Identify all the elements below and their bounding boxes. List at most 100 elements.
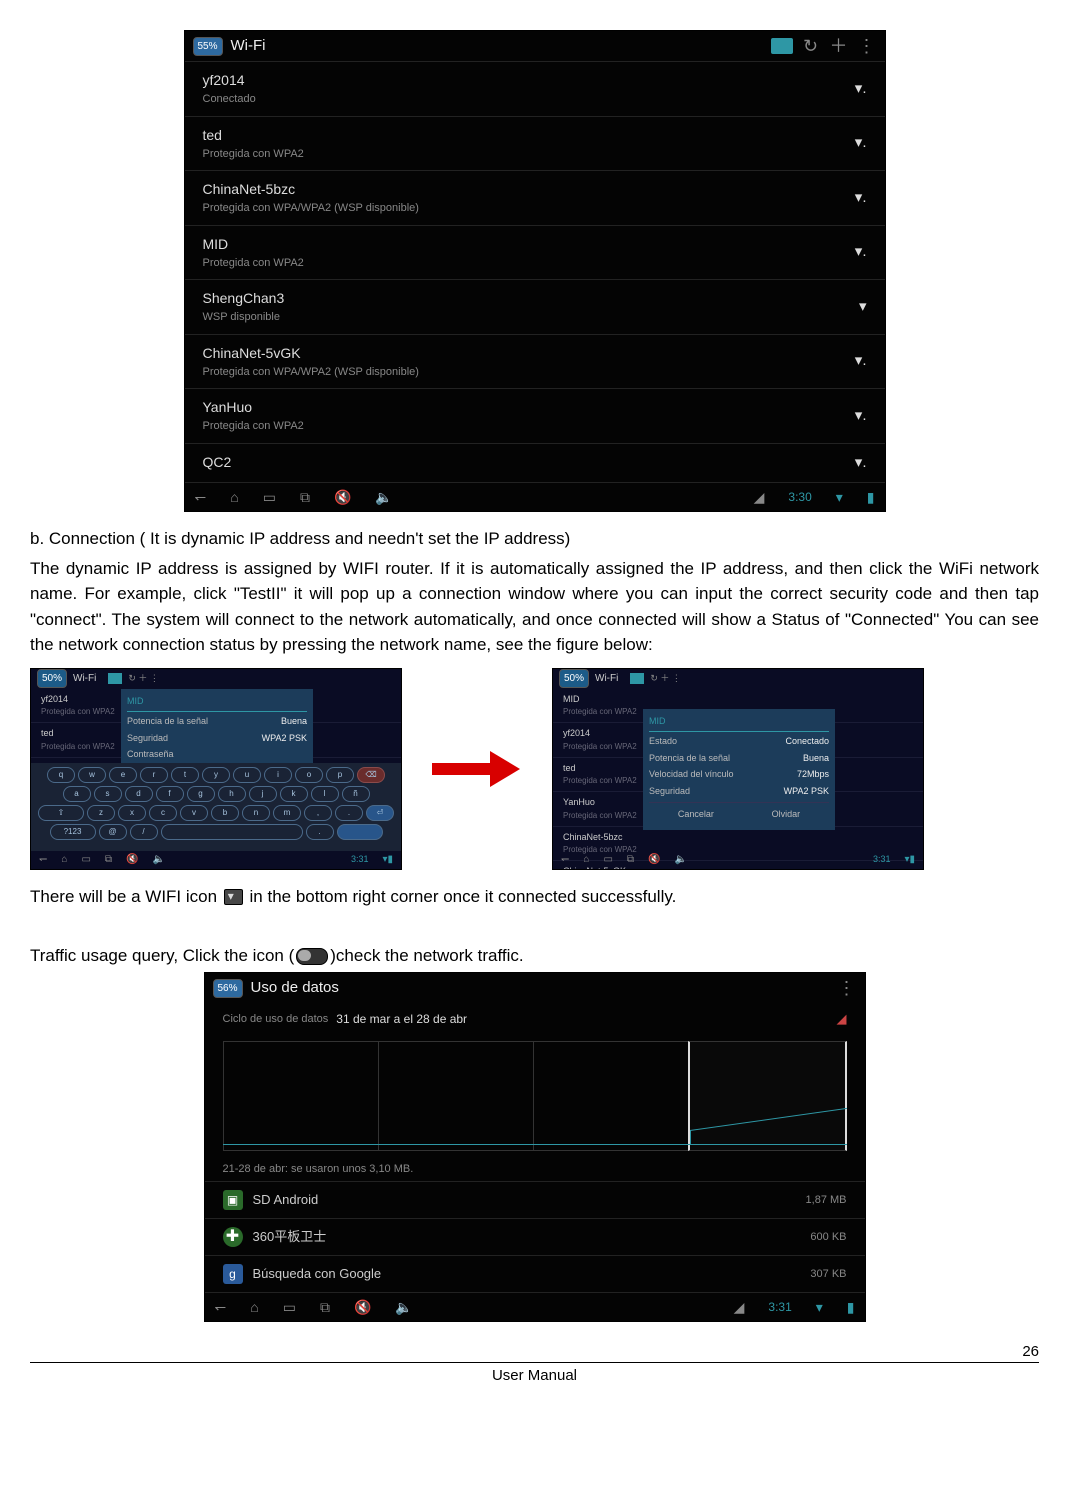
field-value: Buena	[281, 715, 307, 729]
clock: 3:30	[788, 488, 811, 506]
keyboard-key[interactable]: m	[273, 805, 301, 821]
app-usage-item[interactable]: gBúsqueda con Google307 KB	[205, 1255, 865, 1292]
ssid-label: yf2014	[203, 70, 256, 91]
keyboard-key[interactable]: w	[78, 767, 106, 783]
keyboard-key[interactable]: r	[140, 767, 168, 783]
keyboard-key[interactable]: z	[87, 805, 115, 821]
volume-up-icon[interactable]: 🔈	[395, 1297, 412, 1318]
refresh-icon[interactable]: ↻	[801, 33, 821, 60]
wifi-network-item[interactable]: ChinaNet-5bzcProtegida con WPA/WPA2 (WSP…	[185, 170, 885, 225]
keyboard-key[interactable]: x	[118, 805, 146, 821]
dialog-title: MID	[127, 695, 307, 713]
volume-up-icon[interactable]: 🔈	[375, 487, 392, 508]
overflow-menu-icon[interactable]: ⋮	[857, 33, 877, 60]
clock: 3:31	[351, 853, 369, 867]
keyboard-key[interactable]: v	[180, 805, 208, 821]
app-usage-item[interactable]: ✚360平板卫士600 KB	[205, 1218, 865, 1255]
keyboard-key[interactable]: ñ	[342, 786, 370, 802]
keyboard-key[interactable]: l	[311, 786, 339, 802]
clock: 3:31	[873, 853, 891, 867]
status-wifi-icon: ▾	[816, 1297, 823, 1318]
volume-down-icon[interactable]: 🔇	[334, 487, 351, 508]
forget-button[interactable]: Olvidar	[766, 806, 807, 824]
keyboard-key[interactable]: h	[218, 786, 246, 802]
app-icon: ▣	[223, 1190, 243, 1210]
battery-indicator: 55%	[193, 37, 223, 56]
wifi-signal-icon: ▾	[859, 296, 867, 319]
field-value: 72Mbps	[797, 768, 829, 782]
keyboard-key[interactable]: b	[211, 805, 239, 821]
keyboard-key[interactable]: s	[94, 786, 122, 802]
usage-summary: 21-28 de abr: se usaron unos 3,10 MB.	[205, 1157, 865, 1182]
home-icon[interactable]: ⌂	[230, 487, 238, 508]
screen-title: Uso de datos	[251, 977, 339, 1000]
keyboard-key[interactable]: u	[233, 767, 261, 783]
wifi-network-item[interactable]: QC2▾.	[185, 443, 885, 483]
app-amount-label: 1,87 MB	[806, 1192, 847, 1209]
keyboard-key[interactable]: .	[335, 805, 363, 821]
keyboard-key[interactable]: ⌫	[357, 767, 385, 783]
keyboard-key[interactable]: k	[280, 786, 308, 802]
keyboard-key[interactable]: g	[187, 786, 215, 802]
wifi-network-item[interactable]: YanHuoProtegida con WPA2▾.	[185, 388, 885, 443]
status-dialog: MID EstadoConectadoPotencia de la señalB…	[643, 709, 835, 830]
wifi-network-item[interactable]: ChinaNet-5vGKProtegida con WPA/WPA2 (WSP…	[185, 334, 885, 389]
status-wifi-icon: ▾	[836, 487, 843, 508]
wifi-network-item[interactable]: tedProtegida con WPA2▾.	[185, 116, 885, 171]
overflow-menu-icon[interactable]: ⋮	[837, 975, 857, 1002]
connect-dialog-screenshot: 50% Wi-Fi ↻ ＋ ⋮ yf2014Protegida con WPA2…	[30, 668, 402, 870]
screen-title: Wi-Fi	[231, 35, 266, 58]
keyboard-key[interactable]: j	[249, 786, 277, 802]
security-label: Conectado	[203, 91, 256, 108]
add-network-icon[interactable]: ＋	[829, 33, 849, 60]
wifi-network-item[interactable]: ShengChan3WSP disponible▾	[185, 279, 885, 334]
recent-apps-icon[interactable]: ▭	[283, 1297, 296, 1318]
screenshot-icon[interactable]: ⧉	[320, 1297, 330, 1318]
cycle-value-dropdown[interactable]: 31 de mar a el 28 de abr	[336, 1010, 467, 1028]
usage-chart[interactable]	[223, 1041, 847, 1151]
keyboard-key[interactable]: a	[63, 786, 91, 802]
app-icon: g	[223, 1264, 243, 1284]
field-label: Seguridad	[127, 732, 168, 746]
keyboard-key[interactable]: y	[202, 767, 230, 783]
keyboard-key[interactable]: t	[171, 767, 199, 783]
status-battery-icon: ▮	[867, 487, 875, 508]
wifi-settings-screenshot: 55% Wi-Fi ↻ ＋ ⋮ yf2014Conectado▾.tedProt…	[184, 30, 886, 512]
wifi-network-item[interactable]: MIDProtegida con WPA2▾.	[185, 225, 885, 280]
back-icon[interactable]: ↽	[215, 1297, 227, 1318]
keyboard-key[interactable]: ⏎	[366, 805, 394, 821]
keyboard-key[interactable]: f	[156, 786, 184, 802]
clock: 3:31	[768, 1298, 791, 1316]
cancel-button[interactable]: Cancelar	[672, 806, 720, 824]
arrow-icon	[432, 751, 522, 787]
ssid-label: MID	[203, 234, 304, 255]
keyboard-key[interactable]: ,	[304, 805, 332, 821]
wifi-toggle-indicator[interactable]	[771, 38, 793, 54]
status-battery-icon: ▮	[847, 1297, 855, 1318]
keyboard-key[interactable]: c	[149, 805, 177, 821]
home-icon[interactable]: ⌂	[250, 1297, 258, 1318]
keyboard-key[interactable]: o	[295, 767, 323, 783]
keyboard-key[interactable]: p	[326, 767, 354, 783]
keyboard-key[interactable]: d	[125, 786, 153, 802]
recent-apps-icon[interactable]: ▭	[263, 487, 276, 508]
onscreen-keyboard[interactable]: qwertyuiop⌫ asdfghjklñ ⇧zxcvbnm,.⏎ ?123@…	[31, 763, 401, 851]
field-value: Conectado	[785, 735, 829, 749]
back-icon[interactable]: ↽	[195, 487, 207, 508]
keyboard-key[interactable]: e	[109, 767, 137, 783]
screenshot-icon[interactable]: ⧉	[300, 487, 310, 508]
ssid-label: QC2	[203, 452, 232, 473]
app-name-label: 360平板卫士	[253, 1227, 327, 1247]
signal-icon: ◢	[837, 1009, 847, 1029]
page-footer: 26 User Manual	[30, 1362, 1039, 1388]
screen-title: Wi-Fi	[73, 671, 96, 686]
volume-down-icon[interactable]: 🔇	[354, 1297, 371, 1318]
field-label: Estado	[649, 735, 677, 749]
keyboard-key[interactable]: q	[47, 767, 75, 783]
app-usage-item[interactable]: ▣SD Android1,87 MB	[205, 1181, 865, 1218]
keyboard-key[interactable]: i	[264, 767, 292, 783]
keyboard-key[interactable]: ⇧	[38, 805, 84, 821]
wifi-network-item[interactable]: yf2014Conectado▾.	[185, 61, 885, 116]
field-label: Potencia de la señal	[127, 715, 208, 729]
keyboard-key[interactable]: n	[242, 805, 270, 821]
